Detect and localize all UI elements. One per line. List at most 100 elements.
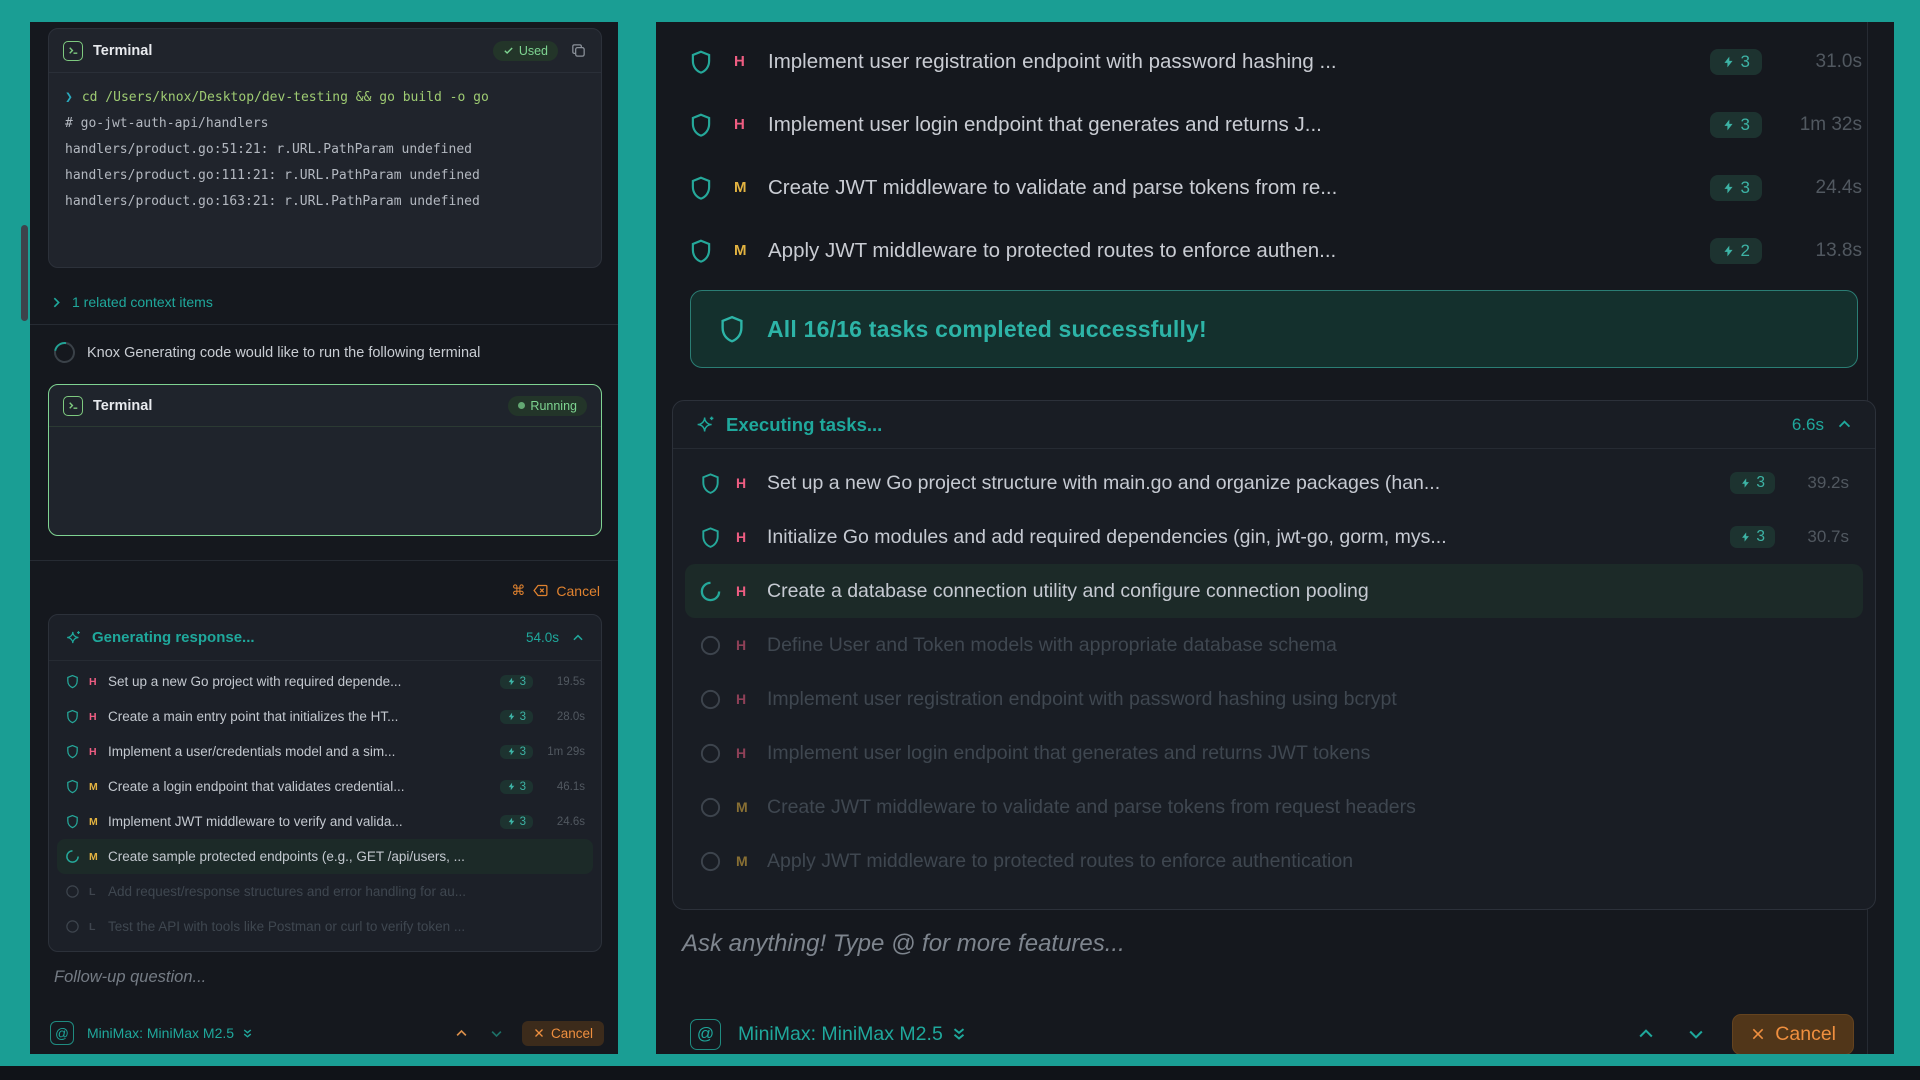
task-row[interactable]: H Initialize Go modules and add required… xyxy=(685,510,1863,564)
task-text: Create a main entry point that initializ… xyxy=(108,709,492,724)
circle-icon xyxy=(699,850,722,873)
bolt-count-badge: 3 xyxy=(500,815,533,829)
lightning-icon xyxy=(507,746,516,757)
bolt-count-badge: 3 xyxy=(500,780,533,794)
ask-anything-input[interactable]: Ask anything! Type @ for more features..… xyxy=(682,930,1125,958)
task-text: Implement user registration endpoint wit… xyxy=(768,50,1700,74)
model-selector[interactable]: MiniMax: MiniMax M2.5 xyxy=(738,1023,943,1046)
terminal-card-used: Terminal Used ❯cd /Users/knox/Desktop/de… xyxy=(48,28,602,268)
generating-task-list: H Set up a new Go project with required … xyxy=(49,661,601,947)
scroll-up-icon[interactable] xyxy=(1636,1024,1656,1044)
cancel-shortcut-label: Cancel xyxy=(556,583,600,599)
task-row[interactable]: M Create sample protected endpoints (e.g… xyxy=(57,839,593,874)
followup-input[interactable]: Follow-up question... xyxy=(54,968,206,987)
task-row[interactable]: M Create JWT middleware to validate and … xyxy=(674,156,1876,219)
mention-icon[interactable]: @ xyxy=(690,1019,721,1050)
task-row[interactable]: M Create JWT middleware to validate and … xyxy=(685,780,1863,834)
task-text: Create a database connection utility and… xyxy=(767,580,1849,603)
window-bottom-edge xyxy=(0,1066,1920,1080)
main-chat-panel: H Implement user registration endpoint w… xyxy=(656,22,1894,1054)
task-row[interactable]: H Implement user login endpoint that gen… xyxy=(685,726,1863,780)
related-context-link[interactable]: 1 related context items xyxy=(50,294,213,310)
cancel-button[interactable]: Cancel xyxy=(522,1021,604,1046)
divider xyxy=(30,324,618,325)
priority-badge: H xyxy=(736,475,751,491)
task-row[interactable]: H Implement user registration endpoint w… xyxy=(674,30,1876,93)
bolt-count-badge: 3 xyxy=(1730,526,1775,548)
task-row[interactable]: H Set up a new Go project structure with… xyxy=(685,456,1863,510)
copy-icon[interactable] xyxy=(570,42,587,59)
bolt-count-badge: 3 xyxy=(1730,472,1775,494)
terminal-output-line: # go-jwt-auth-api/handlers xyxy=(65,111,585,137)
status-dot-icon xyxy=(518,402,525,409)
bolt-count-badge: 3 xyxy=(500,710,533,724)
permission-text: Knox Generating code would like to run t… xyxy=(87,345,480,361)
task-duration: 1m 29s xyxy=(539,746,585,758)
task-row[interactable]: H Implement user registration endpoint w… xyxy=(685,672,1863,726)
priority-badge: M xyxy=(736,799,751,815)
task-row[interactable]: H Set up a new Go project with required … xyxy=(57,664,593,699)
priority-badge: H xyxy=(89,746,99,758)
terminal-command: cd /Users/knox/Desktop/dev-testing && go… xyxy=(82,90,489,105)
task-text: Test the API with tools like Postman or … xyxy=(108,919,585,934)
scroll-down-icon[interactable] xyxy=(489,1026,504,1041)
shield-icon xyxy=(65,814,80,829)
x-icon xyxy=(1750,1026,1766,1042)
task-row[interactable]: H Implement a user/credentials model and… xyxy=(57,734,593,769)
generating-title: Generating response... xyxy=(92,629,255,646)
mention-icon[interactable]: @ xyxy=(50,1021,74,1045)
task-text: Implement user registration endpoint wit… xyxy=(767,688,1849,711)
check-icon xyxy=(503,45,514,56)
double-chevron-down-icon[interactable] xyxy=(950,1025,968,1043)
priority-badge: L xyxy=(89,921,99,933)
task-duration: 24.6s xyxy=(539,816,585,828)
executing-header[interactable]: Executing tasks... 6.6s xyxy=(673,401,1875,449)
task-text: Initialize Go modules and add required d… xyxy=(767,526,1720,549)
lightning-icon xyxy=(1722,243,1735,259)
circle-icon xyxy=(699,688,722,711)
priority-badge: M xyxy=(89,816,99,828)
running-badge: Running xyxy=(508,396,587,416)
task-row[interactable]: H Create a main entry point that initial… xyxy=(57,699,593,734)
terminal-title: Terminal xyxy=(93,43,152,59)
chevron-up-icon[interactable] xyxy=(571,631,585,645)
scroll-down-icon[interactable] xyxy=(1686,1024,1706,1044)
cancel-button[interactable]: Cancel xyxy=(1732,1014,1854,1055)
circle-icon xyxy=(699,742,722,765)
task-text: Implement a user/credentials model and a… xyxy=(108,744,492,759)
task-text: Implement user login endpoint that gener… xyxy=(768,113,1700,137)
task-row[interactable]: H Implement user login endpoint that gen… xyxy=(674,93,1876,156)
circle-icon xyxy=(699,796,722,819)
lightning-icon xyxy=(1722,117,1735,133)
lightning-icon xyxy=(507,676,516,687)
priority-badge: H xyxy=(736,691,751,707)
circle-icon xyxy=(65,919,80,934)
completion-banner-text: All 16/16 tasks completed successfully! xyxy=(767,316,1207,343)
task-duration: 30.7s xyxy=(1785,527,1849,547)
double-chevron-down-icon[interactable] xyxy=(241,1027,254,1040)
chevron-up-icon[interactable] xyxy=(1836,416,1853,433)
task-row[interactable]: L Test the API with tools like Postman o… xyxy=(57,909,593,944)
task-row[interactable]: M Apply JWT middleware to protected rout… xyxy=(674,219,1876,282)
shield-icon xyxy=(688,238,714,264)
sparkle-icon xyxy=(695,414,716,435)
task-row[interactable]: M Create a login endpoint that validates… xyxy=(57,769,593,804)
terminal-command-line: ❯cd /Users/knox/Desktop/dev-testing && g… xyxy=(65,85,585,111)
terminal-output-line: handlers/product.go:51:21: r.URL.PathPar… xyxy=(65,137,585,163)
task-row[interactable]: M Implement JWT middleware to verify and… xyxy=(57,804,593,839)
scrollbar-thumb[interactable] xyxy=(21,225,28,321)
generating-header[interactable]: Generating response... 54.0s xyxy=(49,615,601,661)
executing-task-list: H Set up a new Go project structure with… xyxy=(673,449,1875,895)
scroll-up-icon[interactable] xyxy=(454,1026,469,1041)
spinner-icon xyxy=(65,849,80,864)
task-text: Set up a new Go project structure with m… xyxy=(767,472,1720,495)
circle-icon xyxy=(65,884,80,899)
cancel-shortcut[interactable]: ⌘ Cancel xyxy=(511,582,600,599)
task-row[interactable]: M Apply JWT middleware to protected rout… xyxy=(685,834,1863,888)
task-row[interactable]: H Create a database connection utility a… xyxy=(685,564,1863,618)
task-row[interactable]: L Add request/response structures and er… xyxy=(57,874,593,909)
lightning-icon xyxy=(507,781,516,792)
shield-icon xyxy=(688,49,714,75)
task-row[interactable]: H Define User and Token models with appr… xyxy=(685,618,1863,672)
model-selector[interactable]: MiniMax: MiniMax M2.5 xyxy=(87,1025,234,1041)
